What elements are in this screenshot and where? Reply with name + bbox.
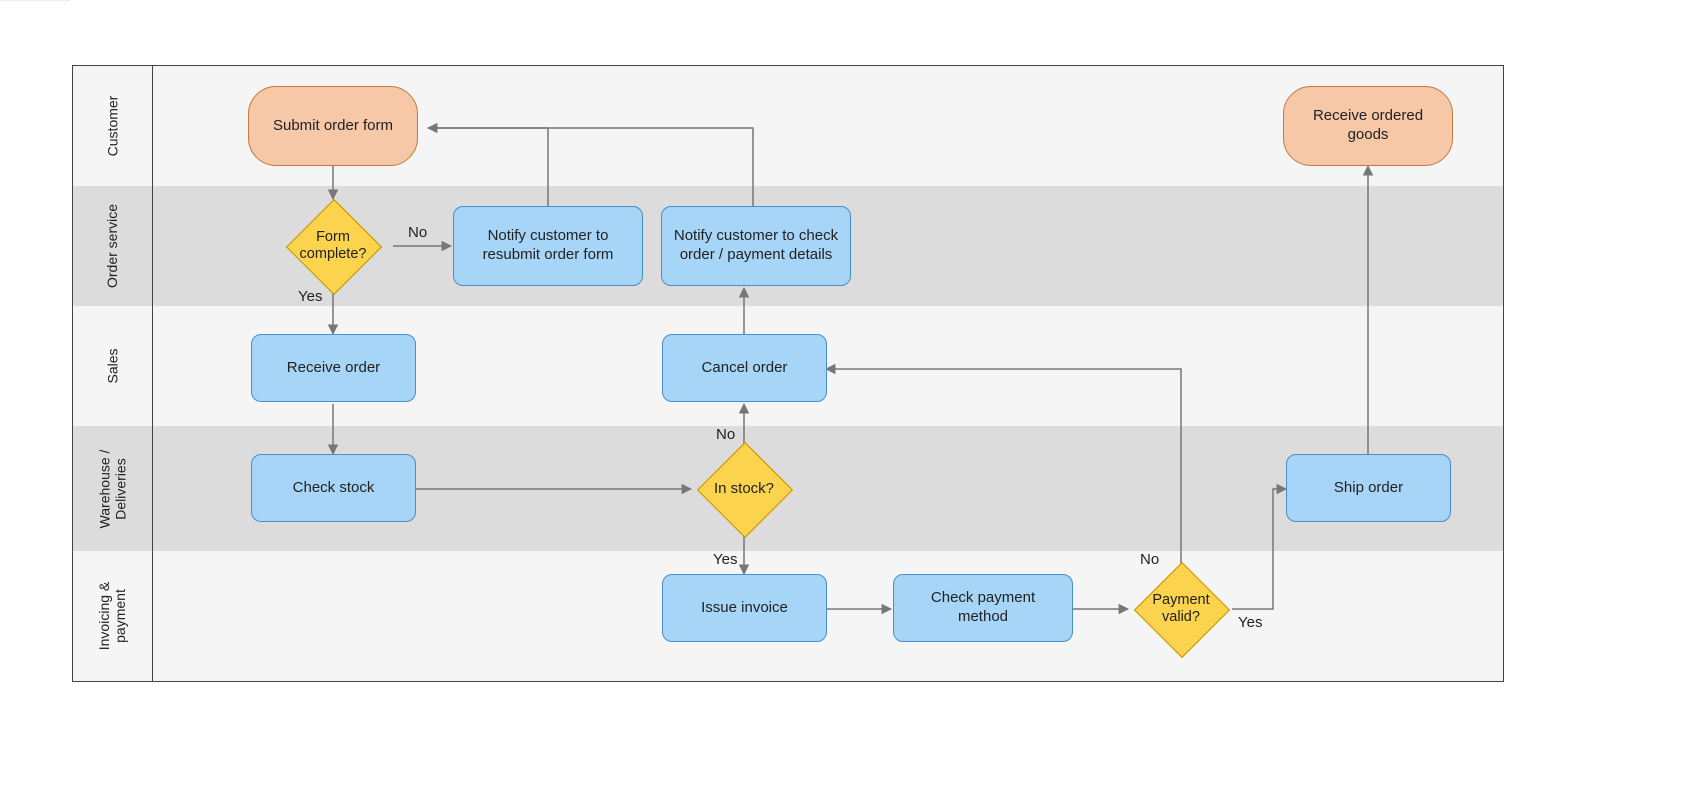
swimlane-diagram: Customer Order service Sales Warehouse /… [0,0,1685,793]
label-payment-valid-no: No [1140,551,1159,568]
node-payment-valid: Payment valid? [1130,558,1232,660]
lane-label-warehouse: Warehouse /Deliveries [73,426,152,552]
node-notify-resubmit: Notify customer to resubmit order form [453,206,643,286]
node-issue-invoice: Issue invoice [662,574,827,642]
lane-invoicing [153,551,1503,682]
lane-label-invoicing: Invoicing &payment [73,551,152,681]
node-receive-order: Receive order [251,334,416,402]
node-check-payment: Check payment method [893,574,1073,642]
label-in-stock-yes: Yes [713,551,737,568]
lane-label-order-service: Order service [73,186,152,307]
node-check-stock: Check stock [251,454,416,522]
label-payment-valid-yes: Yes [1238,614,1262,631]
node-ship-order: Ship order [1286,454,1451,522]
label-form-complete-yes: Yes [298,288,322,305]
swimlane-canvas: Submit order form Receive ordered goods … [152,65,1504,682]
node-receive-goods: Receive ordered goods [1283,86,1453,166]
node-notify-check: Notify customer to check order / payment… [661,206,851,286]
lane-label-customer: Customer [73,66,152,187]
node-submit-order: Submit order form [248,86,418,166]
lane-label-column: Customer Order service Sales Warehouse /… [72,65,153,682]
node-cancel-order: Cancel order [662,334,827,402]
label-in-stock-no: No [716,426,735,443]
lane-label-sales: Sales [73,306,152,427]
node-form-complete: Form complete? [286,199,380,293]
label-form-complete-no: No [408,224,427,241]
node-in-stock: In stock? [693,438,795,540]
